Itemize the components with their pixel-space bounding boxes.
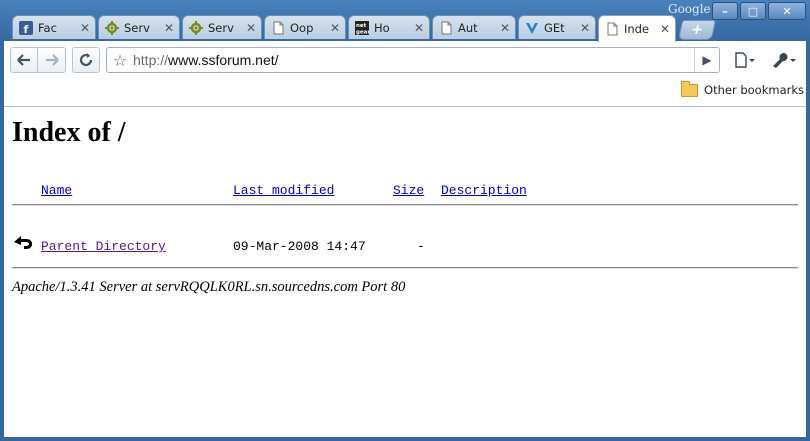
settings-menu-button[interactable] bbox=[766, 47, 802, 73]
sort-description-link[interactable]: Description bbox=[441, 183, 527, 198]
tab-netgear[interactable]: net gear Ho ✕ bbox=[348, 15, 430, 39]
nav-buttons bbox=[10, 47, 66, 73]
close-icon[interactable]: ✕ bbox=[79, 21, 91, 35]
close-icon[interactable]: ✕ bbox=[413, 21, 425, 35]
url-host: www.ssforum.net/ bbox=[168, 52, 279, 68]
browser-window: Google – □ ✕ f Fac ✕ Serv ✕ Serv ✕ Oop ✕… bbox=[0, 0, 810, 441]
reload-icon bbox=[79, 53, 93, 67]
tab-label: Oop bbox=[290, 20, 314, 35]
modified-cell: 09-Mar-2008 14:47 bbox=[233, 239, 366, 254]
tab-get[interactable]: GEt ✕ bbox=[518, 15, 596, 39]
brand-label: Google bbox=[668, 2, 711, 16]
tab-oops[interactable]: Oop ✕ bbox=[264, 15, 346, 39]
forward-button[interactable] bbox=[38, 47, 66, 73]
tab-label: GEt bbox=[544, 20, 565, 35]
gear-icon bbox=[105, 20, 119, 35]
tab-facebook[interactable]: f Fac ✕ bbox=[12, 15, 96, 39]
close-icon[interactable]: ✕ bbox=[245, 21, 257, 35]
facebook-icon: f bbox=[19, 20, 33, 35]
star-icon[interactable]: ☆ bbox=[107, 51, 133, 70]
url-text[interactable]: http://www.ssforum.net/ bbox=[133, 52, 694, 68]
page-title: Index of / bbox=[12, 117, 126, 148]
maximize-button[interactable]: □ bbox=[740, 2, 766, 20]
gear-icon bbox=[189, 20, 203, 35]
wrench-icon bbox=[773, 53, 796, 68]
tab-server-2[interactable]: Serv ✕ bbox=[182, 15, 262, 39]
close-window-button[interactable]: ✕ bbox=[768, 2, 806, 20]
back-button[interactable] bbox=[10, 47, 38, 73]
sort-name-link[interactable]: Name bbox=[41, 183, 72, 198]
header-divider bbox=[12, 204, 798, 206]
toolbar: ☆ http://www.ssforum.net/ ▶ bbox=[4, 41, 806, 79]
page-menu-icon bbox=[735, 52, 755, 68]
page-content: Index of / Name Last modified Size Descr… bbox=[4, 107, 806, 437]
tab-label: Serv bbox=[208, 20, 234, 35]
arrow-right-icon bbox=[45, 54, 59, 66]
svg-text:gear: gear bbox=[356, 29, 369, 35]
plus-icon: + bbox=[689, 22, 705, 38]
close-icon[interactable]: ✕ bbox=[659, 22, 671, 36]
svg-text:net: net bbox=[356, 23, 367, 29]
address-bar[interactable]: ☆ http://www.ssforum.net/ ▶ bbox=[106, 47, 720, 73]
tab-label: Ho bbox=[374, 20, 390, 35]
netgear-icon: net gear bbox=[355, 20, 369, 35]
folder-icon bbox=[681, 80, 699, 97]
reload-button[interactable] bbox=[72, 47, 100, 73]
v-logo-icon bbox=[525, 21, 539, 35]
window-controls: – □ ✕ bbox=[712, 2, 806, 20]
server-signature: Apache/1.3.41 Server at servRQQLK0RL.sn.… bbox=[12, 279, 406, 295]
svg-text:f: f bbox=[24, 23, 29, 35]
bookmarks-bar: Other bookmarks bbox=[4, 79, 806, 107]
close-icon[interactable]: ✕ bbox=[579, 21, 591, 35]
tab-label: Fac bbox=[38, 20, 57, 35]
close-icon[interactable]: ✕ bbox=[329, 21, 341, 35]
sort-size-link[interactable]: Size bbox=[393, 183, 424, 198]
other-bookmarks-label: Other bookmarks bbox=[704, 83, 804, 97]
size-cell: - bbox=[417, 239, 425, 254]
tab-auth[interactable]: Aut ✕ bbox=[432, 15, 516, 39]
parent-directory-link[interactable]: Parent Directory bbox=[41, 239, 166, 254]
new-tab-button[interactable]: + bbox=[677, 20, 717, 40]
play-icon: ▶ bbox=[702, 53, 712, 67]
back-arrow-icon bbox=[14, 236, 32, 249]
page-icon bbox=[439, 21, 453, 35]
url-scheme: http:// bbox=[133, 52, 169, 68]
other-bookmarks-button[interactable]: Other bookmarks bbox=[681, 80, 804, 97]
tab-index[interactable]: Inde ✕ bbox=[598, 15, 676, 42]
close-icon[interactable]: ✕ bbox=[163, 21, 175, 35]
minimize-button[interactable]: – bbox=[712, 2, 738, 20]
tab-server-1[interactable]: Serv ✕ bbox=[98, 15, 180, 39]
close-icon[interactable]: ✕ bbox=[499, 21, 511, 35]
page-icon bbox=[271, 21, 285, 35]
column-headers: Name Last modified Size Description bbox=[4, 183, 806, 199]
page-menu-button[interactable] bbox=[728, 47, 762, 73]
page-icon bbox=[605, 22, 619, 36]
tab-label: Serv bbox=[124, 20, 150, 35]
tab-label: Inde bbox=[624, 22, 650, 36]
go-button[interactable]: ▶ bbox=[694, 48, 719, 72]
arrow-left-icon bbox=[17, 54, 30, 66]
footer-divider bbox=[12, 267, 798, 269]
sort-last-modified-link[interactable]: Last modified bbox=[233, 183, 334, 198]
table-row: Parent Directory 09-Mar-2008 14:47 - bbox=[4, 236, 806, 257]
tab-label: Aut bbox=[458, 20, 478, 35]
